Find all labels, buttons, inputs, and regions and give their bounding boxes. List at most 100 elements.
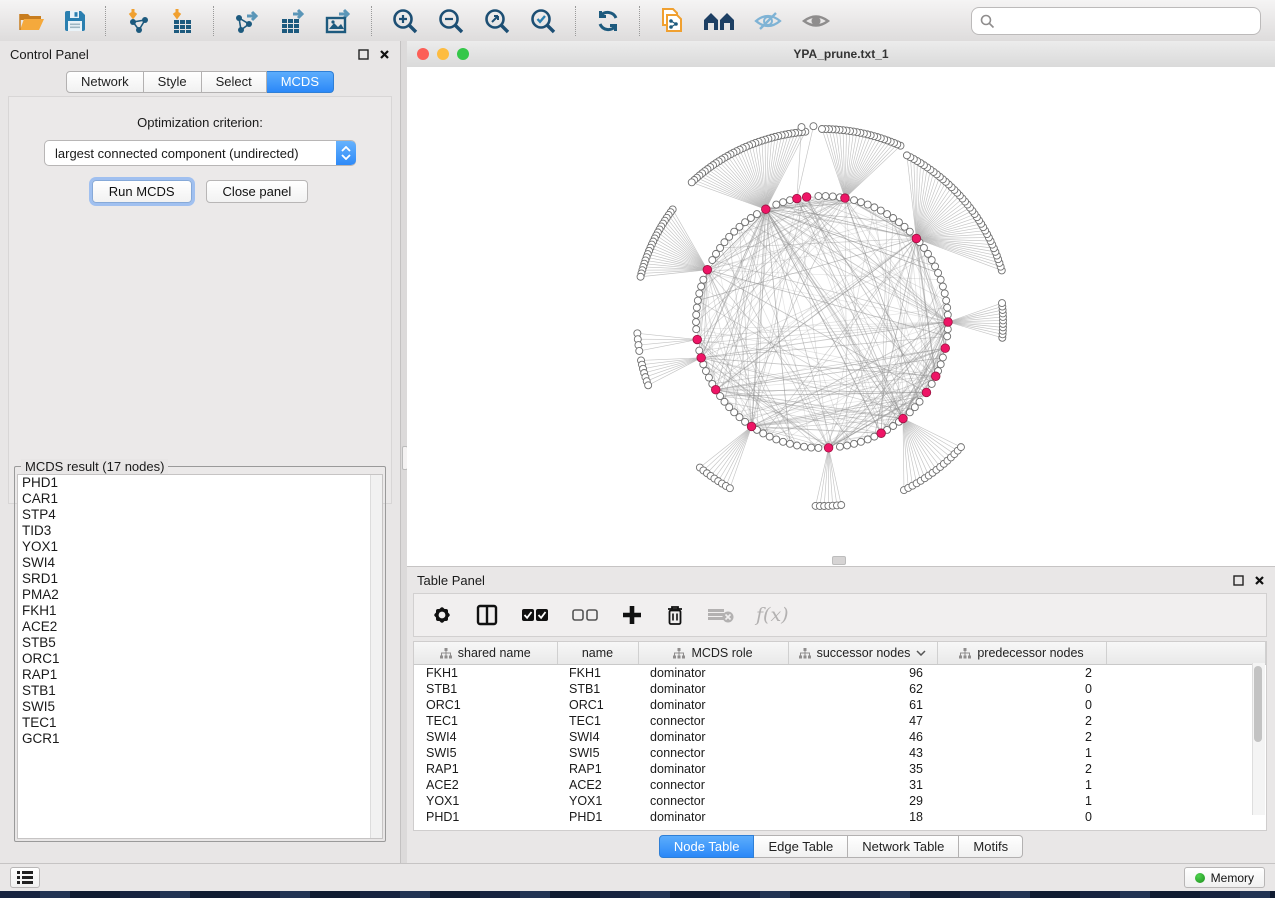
hide-selected-button[interactable] bbox=[751, 8, 785, 34]
table-scrollbar[interactable] bbox=[1252, 663, 1265, 815]
mcds-result-item[interactable]: GCR1 bbox=[18, 731, 382, 747]
network-edge[interactable] bbox=[820, 448, 829, 506]
zoom-out-button[interactable] bbox=[435, 5, 467, 37]
network-node[interactable] bbox=[851, 440, 858, 447]
tab-network[interactable]: Network bbox=[66, 71, 144, 93]
show-all-button[interactable] bbox=[799, 8, 833, 34]
network-node[interactable] bbox=[937, 361, 944, 368]
network-node[interactable] bbox=[705, 374, 712, 381]
delete-column-button[interactable] bbox=[664, 602, 686, 628]
import-network-button[interactable] bbox=[123, 6, 153, 36]
import-table-button[interactable] bbox=[167, 6, 197, 36]
satellite-node[interactable] bbox=[957, 444, 964, 451]
delete-table-button[interactable] bbox=[706, 604, 736, 626]
mcds-hub-node[interactable] bbox=[899, 414, 908, 423]
mcds-hub-node[interactable] bbox=[761, 205, 770, 214]
network-node[interactable] bbox=[944, 333, 951, 340]
table-row[interactable]: TEC1TEC1connector472 bbox=[414, 713, 1266, 729]
mcds-hub-node[interactable] bbox=[877, 429, 886, 438]
network-edge[interactable] bbox=[903, 419, 936, 470]
table-row[interactable]: YOX1YOX1connector291 bbox=[414, 793, 1266, 809]
window-minimize-button[interactable] bbox=[437, 48, 449, 60]
network-node[interactable] bbox=[793, 442, 800, 449]
satellite-node[interactable] bbox=[645, 382, 652, 389]
close-panel-button[interactable] bbox=[379, 49, 390, 60]
network-node[interactable] bbox=[801, 443, 808, 450]
column-header-successor-nodes[interactable]: successor nodes bbox=[788, 642, 937, 665]
network-node[interactable] bbox=[851, 197, 858, 204]
tab-style[interactable]: Style bbox=[144, 71, 202, 93]
network-node[interactable] bbox=[693, 319, 700, 326]
network-edge[interactable] bbox=[752, 426, 882, 433]
mcds-result-item[interactable]: SWI4 bbox=[18, 555, 382, 571]
satellite-node[interactable] bbox=[819, 126, 826, 133]
network-node[interactable] bbox=[700, 276, 707, 283]
mcds-result-item[interactable]: RAP1 bbox=[18, 667, 382, 683]
network-node[interactable] bbox=[694, 297, 701, 304]
network-node[interactable] bbox=[939, 354, 946, 361]
mcds-result-item[interactable]: STB1 bbox=[18, 683, 382, 699]
mcds-hub-node[interactable] bbox=[793, 194, 802, 203]
window-maximize-button[interactable] bbox=[457, 48, 469, 60]
export-image-button[interactable] bbox=[323, 6, 355, 36]
mcds-hub-node[interactable] bbox=[703, 265, 712, 274]
network-node[interactable] bbox=[944, 304, 951, 311]
network-edge[interactable] bbox=[645, 358, 701, 377]
network-node[interactable] bbox=[696, 290, 703, 297]
network-edge[interactable] bbox=[829, 392, 927, 447]
network-edge[interactable] bbox=[711, 426, 752, 475]
tab-network-table[interactable]: Network Table bbox=[848, 835, 959, 858]
network-node[interactable] bbox=[709, 257, 716, 264]
column-header-name[interactable]: name bbox=[557, 642, 638, 665]
mcds-result-item[interactable]: TEC1 bbox=[18, 715, 382, 731]
network-edge[interactable] bbox=[639, 340, 697, 351]
network-node[interactable] bbox=[864, 436, 871, 443]
mcds-hub-node[interactable] bbox=[941, 344, 950, 353]
network-node[interactable] bbox=[941, 290, 948, 297]
network-edge[interactable] bbox=[710, 167, 766, 209]
network-edge[interactable] bbox=[722, 426, 752, 483]
satellite-node[interactable] bbox=[688, 179, 695, 186]
network-edge[interactable] bbox=[661, 226, 707, 269]
tab-select[interactable]: Select bbox=[202, 71, 267, 93]
zoom-fit-button[interactable] bbox=[481, 5, 513, 37]
network-node[interactable] bbox=[693, 326, 700, 333]
tab-motifs[interactable]: Motifs bbox=[959, 835, 1023, 858]
table-row[interactable]: STB1STB1dominator620 bbox=[414, 681, 1266, 697]
network-node[interactable] bbox=[932, 263, 939, 270]
mcds-result-item[interactable]: TID3 bbox=[18, 523, 382, 539]
mcds-hub-node[interactable] bbox=[697, 353, 706, 362]
optimization-criterion-select[interactable]: largest connected component (undirected) bbox=[44, 140, 356, 166]
network-node[interactable] bbox=[702, 368, 709, 375]
network-node[interactable] bbox=[822, 193, 829, 200]
search-input[interactable] bbox=[1001, 10, 1260, 32]
network-edge[interactable] bbox=[829, 448, 837, 506]
network-edge[interactable] bbox=[845, 139, 884, 198]
mcds-result-item[interactable]: STB5 bbox=[18, 635, 382, 651]
network-edge[interactable] bbox=[648, 358, 701, 385]
network-edge[interactable] bbox=[829, 129, 845, 198]
network-node[interactable] bbox=[815, 193, 822, 200]
table-row[interactable]: ORC1ORC1dominator610 bbox=[414, 697, 1266, 713]
mcds-result-item[interactable]: PMA2 bbox=[18, 587, 382, 603]
result-list-scrollbar[interactable] bbox=[370, 475, 382, 838]
table-row[interactable]: SWI4SWI4dominator462 bbox=[414, 729, 1266, 745]
network-node[interactable] bbox=[944, 326, 951, 333]
mcds-result-item[interactable]: ORC1 bbox=[18, 651, 382, 667]
network-edge[interactable] bbox=[647, 358, 701, 381]
network-node[interactable] bbox=[773, 436, 780, 443]
close-table-panel-button[interactable] bbox=[1254, 575, 1265, 586]
network-node[interactable] bbox=[766, 433, 773, 440]
show-column-button[interactable] bbox=[474, 602, 500, 628]
mcds-hub-node[interactable] bbox=[824, 444, 833, 453]
network-edge[interactable] bbox=[903, 419, 947, 461]
network-node[interactable] bbox=[773, 201, 780, 208]
network-node[interactable] bbox=[693, 304, 700, 311]
task-history-button[interactable] bbox=[10, 867, 40, 888]
network-edge[interactable] bbox=[696, 329, 936, 376]
satellite-node[interactable] bbox=[636, 347, 643, 354]
satellite-node[interactable] bbox=[838, 501, 845, 508]
network-node[interactable] bbox=[884, 211, 891, 218]
mcds-result-item[interactable]: YOX1 bbox=[18, 539, 382, 555]
function-builder-button[interactable]: f(x) bbox=[756, 604, 789, 626]
